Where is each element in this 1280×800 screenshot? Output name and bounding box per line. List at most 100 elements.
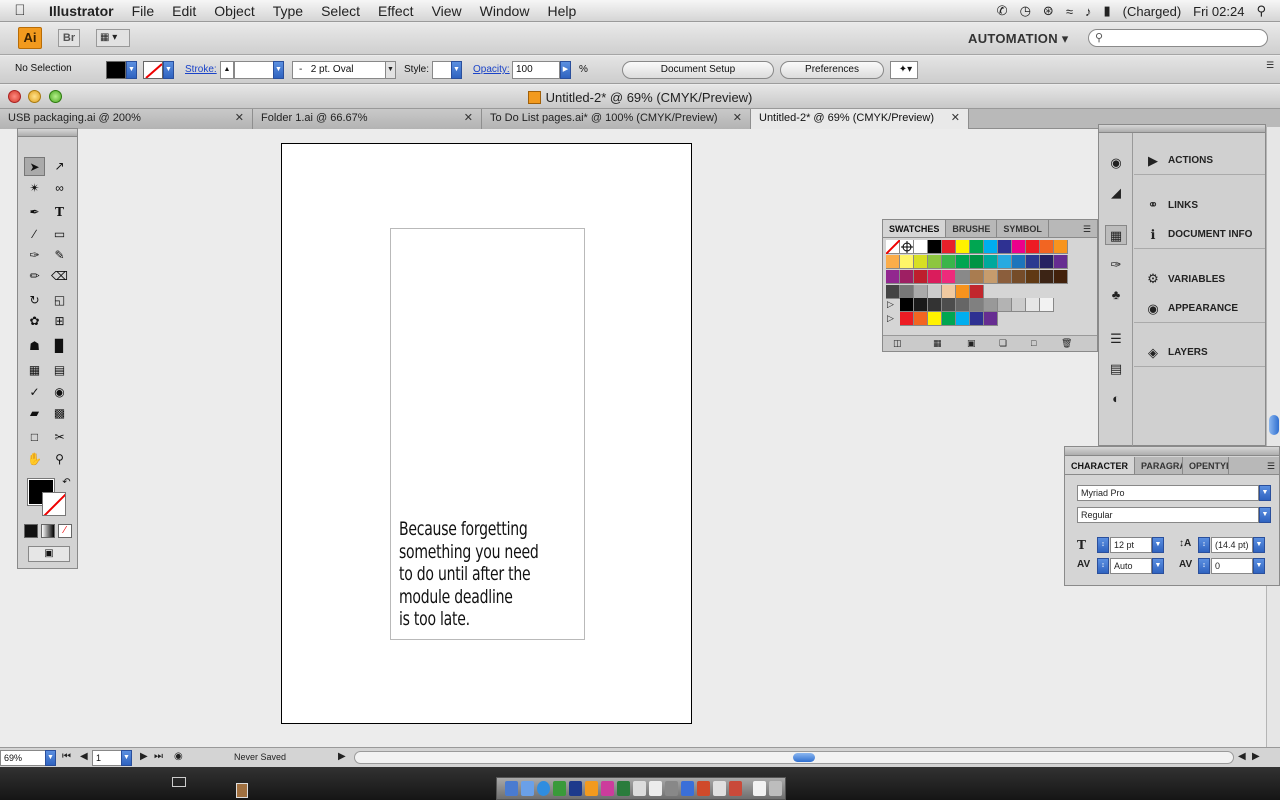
last-artboard-icon[interactable]: ⏭ [154, 751, 163, 762]
tab-swatches[interactable]: SWATCHES [883, 220, 947, 237]
line-tool-icon[interactable]: ∕ [24, 225, 45, 244]
brush-dropdown-icon[interactable]: ▼ [385, 61, 396, 79]
stroke-weight-dropdown-icon[interactable]: ▼ [273, 61, 284, 79]
color-swatch[interactable] [1026, 240, 1040, 254]
color-swatch[interactable] [886, 285, 900, 299]
registration-swatch[interactable] [900, 240, 914, 254]
color-swatch[interactable] [1054, 240, 1068, 254]
color-swatch[interactable] [984, 298, 998, 312]
color-swatch[interactable] [942, 240, 956, 254]
graph-tool-icon[interactable]: ▉ [49, 337, 70, 356]
tab-brushes[interactable]: BRUSHE [946, 220, 998, 237]
stroke-color-box[interactable] [42, 492, 66, 516]
color-swatch[interactable] [956, 240, 970, 254]
color-swatch[interactable] [1040, 255, 1054, 269]
kerning-dropdown-icon[interactable]: ▼ [1152, 558, 1164, 574]
zoom-dropdown-icon[interactable]: ▼ [45, 750, 56, 766]
color-swatch[interactable] [984, 255, 998, 269]
color-swatch[interactable] [1012, 270, 1026, 284]
font-size-dropdown-icon[interactable]: ▼ [1152, 537, 1164, 553]
gradient-panel-icon[interactable]: ▤ [1105, 359, 1127, 379]
phone-icon[interactable]: ✆ [997, 3, 1008, 19]
slice-tool-icon[interactable]: ✂ [49, 428, 70, 447]
color-swatch[interactable] [956, 298, 970, 312]
tab-folder-1[interactable]: Folder 1.ai @ 66.67% (CMYK/Preview) ✕ [253, 109, 482, 143]
paintbrush-tool-icon[interactable]: ✑ [24, 246, 45, 265]
color-swatch[interactable] [928, 312, 942, 326]
color-swatch[interactable] [928, 270, 942, 284]
menu-file[interactable]: File [123, 0, 164, 22]
stroke-stepper[interactable]: ▲ [220, 61, 234, 79]
kerning-field[interactable]: Auto [1110, 558, 1152, 574]
vertical-scrollbar[interactable] [1266, 127, 1280, 747]
tab-character[interactable]: CHARACTER [1065, 457, 1135, 474]
color-swatch[interactable] [886, 270, 900, 284]
panel-appearance[interactable]: ◉ APPEARANCE [1134, 295, 1265, 323]
panel-variables[interactable]: ⚙ VARIABLES [1134, 265, 1265, 293]
type-tool-icon[interactable]: T [49, 203, 70, 222]
indesign-icon[interactable] [601, 781, 614, 796]
stroke-dropdown-icon[interactable]: ▼ [163, 61, 174, 79]
panel-document-info[interactable]: ℹ DOCUMENT INFO [1134, 221, 1265, 249]
live-paint-bucket-tool-icon[interactable]: ▰ [24, 404, 45, 423]
hand-tool-icon[interactable]: ✋ [24, 450, 45, 469]
color-swatch[interactable] [914, 255, 928, 269]
spotlight-search-icon[interactable]: ⚲ [1256, 3, 1266, 19]
live-paint-selection-tool-icon[interactable]: ▩ [49, 404, 70, 423]
stroke-panel-icon[interactable]: ☰ [1105, 329, 1127, 349]
panel-actions[interactable]: ▶ ACTIONS [1134, 147, 1265, 175]
time-machine-icon[interactable]: ◷ [1020, 3, 1031, 19]
photoshop-icon[interactable] [569, 781, 582, 796]
finder-icon[interactable] [505, 781, 518, 796]
graphic-style-swatch[interactable] [432, 61, 452, 79]
color-swatch[interactable] [1026, 255, 1040, 269]
color-swatch[interactable] [970, 270, 984, 284]
stroke-swatch[interactable] [143, 61, 163, 79]
document-setup-button[interactable]: Document Setup [622, 61, 774, 79]
menu-edit[interactable]: Edit [163, 0, 205, 22]
scale-tool-icon[interactable]: ◱ [49, 291, 70, 310]
swatch-kinds-icon[interactable]: ▦ [933, 338, 942, 349]
app-icon[interactable] [729, 781, 742, 796]
close-tab-icon[interactable]: ✕ [733, 109, 742, 129]
scroll-right-icon[interactable]: ▶ [1252, 751, 1260, 762]
zoom-tool-icon[interactable]: ⚲ [49, 450, 70, 469]
delete-swatch-icon[interactable]: 🗑 [1061, 338, 1072, 349]
headline-text[interactable]: Because forgetting something you need to… [399, 518, 547, 631]
utility-icon[interactable] [665, 781, 678, 796]
close-tab-icon[interactable]: ✕ [951, 109, 960, 129]
word-icon[interactable] [681, 781, 694, 796]
stroke-label[interactable]: Stroke: [185, 62, 217, 78]
color-mode-icon[interactable] [24, 524, 38, 538]
color-swatch[interactable] [956, 285, 970, 299]
rotate-tool-icon[interactable]: ↻ [24, 291, 45, 310]
color-swatch[interactable] [942, 270, 956, 284]
color-swatch[interactable] [900, 255, 914, 269]
color-swatch[interactable] [928, 285, 942, 299]
swatches-panel-icon[interactable]: ▦ [1105, 225, 1127, 245]
bridge-button[interactable]: Br [58, 29, 80, 47]
color-swatch[interactable] [942, 298, 956, 312]
transparency-icon[interactable]: ◐ [1105, 389, 1127, 409]
menu-help[interactable]: Help [538, 0, 585, 22]
fill-dropdown-icon[interactable]: ▼ [126, 61, 137, 79]
clock[interactable]: Fri 02:24 [1193, 4, 1244, 19]
arrange-documents-button[interactable]: ▦ ▾ [96, 29, 130, 47]
bluetooth-icon[interactable]: ⊛ [1043, 3, 1054, 19]
powerpoint-icon[interactable] [697, 781, 710, 796]
new-swatch-icon[interactable]: □ [1031, 338, 1036, 348]
color-swatch[interactable] [956, 255, 970, 269]
panel-links[interactable]: ⚭ LINKS [1134, 191, 1265, 219]
panel-layers[interactable]: ◈ LAYERS [1134, 339, 1265, 367]
rectangle-tool-icon[interactable]: ▭ [49, 225, 70, 244]
workspace-switcher[interactable]: AUTOMATION ▾ [968, 31, 1069, 47]
color-swatch[interactable] [942, 255, 956, 269]
swatch-options-icon[interactable]: ▣ [967, 338, 976, 349]
color-swatch[interactable] [928, 240, 942, 254]
next-artboard-icon[interactable]: ▶ [140, 751, 148, 762]
desktop-file-icon[interactable] [236, 783, 248, 798]
color-swatch[interactable] [900, 312, 914, 326]
app-menu[interactable]: Illustrator [40, 0, 123, 22]
vertical-scroll-thumb[interactable] [1269, 415, 1279, 435]
none-swatch[interactable] [885, 239, 901, 255]
